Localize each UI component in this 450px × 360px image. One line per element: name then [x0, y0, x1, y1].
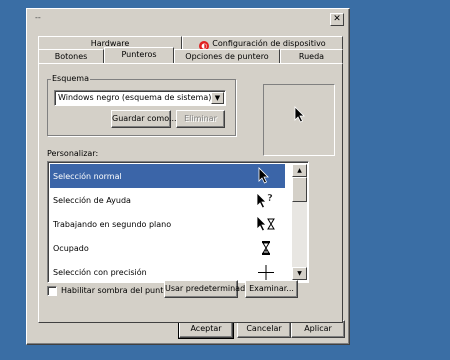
precision-crosshair-cursor-icon [258, 265, 274, 280]
help-select-cursor-icon: ? [256, 192, 273, 209]
normal-select-cursor-icon [258, 167, 269, 184]
list-item[interactable]: Selección de Ayuda ? [50, 188, 285, 212]
cursor-preview [263, 84, 335, 156]
tab-buttons-label: Botones [54, 52, 88, 61]
tab-pointers-label: Punteros [121, 50, 157, 59]
title-bar: -- ✕ [27, 9, 349, 29]
delete-button[interactable]: Eliminar [176, 110, 225, 128]
list-item-label: Selección de Ayuda [53, 196, 131, 205]
busy-hourglass-cursor-icon [262, 241, 270, 255]
list-item-label: Ocupado [53, 244, 89, 253]
list-item[interactable]: Ocupado [50, 236, 285, 260]
list-item[interactable]: Selección normal [50, 164, 285, 188]
svg-text:?: ? [267, 193, 273, 204]
close-button[interactable]: ✕ [330, 13, 344, 26]
tab-pointers[interactable]: Punteros [104, 47, 174, 63]
cursor-list: Selección normal Selección de Ayuda ? Tr… [47, 161, 309, 283]
pointers-panel: Esquema Windows negro (esquema de sistem… [38, 63, 343, 323]
tab-wheel-label: Rueda [298, 52, 325, 61]
shadow-checkbox[interactable] [47, 286, 57, 296]
tab-device-config[interactable]: ◐ Configuración de dispositivo [182, 36, 343, 51]
chevron-down-icon[interactable]: ▼ [211, 92, 224, 104]
scroll-down-icon[interactable]: ▼ [292, 267, 307, 280]
scheme-select-value: Windows negro (esquema de sistema) [58, 93, 212, 102]
use-default-button[interactable]: Usar predeterminado [164, 280, 250, 298]
scheme-group-label: Esquema [51, 74, 90, 83]
list-scrollbar[interactable]: ▲ ▼ [292, 164, 307, 280]
working-in-background-cursor-icon [256, 215, 275, 232]
tab-buttons[interactable]: Botones [38, 49, 104, 63]
preview-cursor-icon [294, 106, 305, 123]
title-bar-glyph: -- [35, 13, 41, 22]
list-item-label: Trabajando en segundo plano [53, 220, 172, 229]
browse-button[interactable]: Examinar... [245, 280, 298, 298]
scheme-select[interactable]: Windows negro (esquema de sistema) ▼ [54, 90, 226, 106]
customize-label: Personalizar: [47, 149, 99, 158]
tab-wheel[interactable]: Rueda [280, 49, 343, 63]
tab-pointer-options-label: Opciones de puntero [185, 52, 269, 61]
list-item[interactable]: Trabajando en segundo plano [50, 212, 285, 236]
list-item-label: Selección con precisión [53, 268, 147, 277]
list-item-label: Selección normal [53, 172, 122, 181]
mouse-properties-dialog: -- ✕ Hardware ◐ Configuración de disposit… [26, 8, 350, 345]
scroll-thumb[interactable] [292, 177, 307, 202]
save-as-button[interactable]: Guardar como... [111, 110, 177, 128]
scroll-up-icon[interactable]: ▲ [292, 164, 307, 177]
shadow-checkbox-label: Habilitar sombra del puntero [61, 286, 177, 295]
tab-device-config-label: Configuración de dispositivo [212, 39, 326, 48]
tab-pointer-options[interactable]: Opciones de puntero [174, 49, 280, 63]
